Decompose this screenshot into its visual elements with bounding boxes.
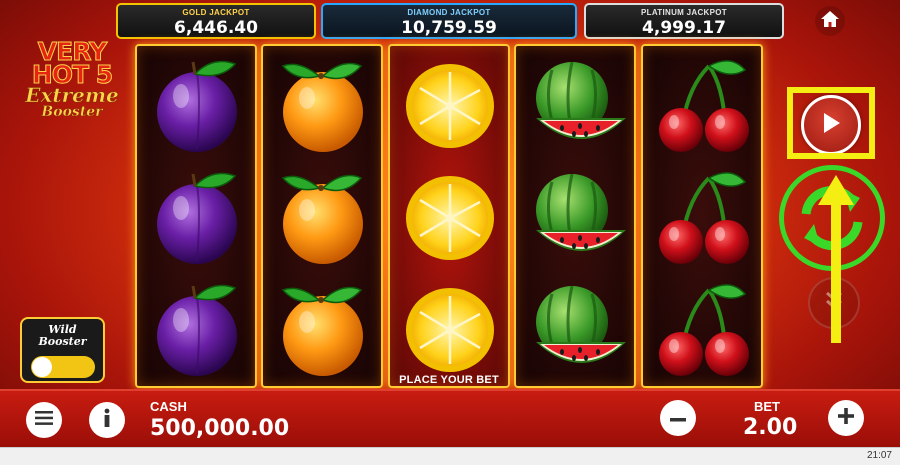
cherry-symbol (649, 56, 757, 156)
platinum-jackpot: PLATINUM JACKPOT 4,999.17 (584, 3, 784, 39)
watermelon-symbol (522, 56, 630, 156)
reel-5 (641, 44, 763, 388)
clock: 21:07 (866, 450, 892, 461)
bet-value: 2.00 (743, 415, 798, 440)
info-icon (102, 408, 112, 433)
wild-booster-title-2: Booster (38, 335, 87, 348)
cash-label: CASH (150, 399, 187, 414)
diamond-jackpot-label: DIAMOND JACKPOT (407, 8, 491, 17)
lemon-symbol (396, 168, 504, 268)
diamond-jackpot: DIAMOND JACKPOT 10,759.59 (321, 3, 577, 39)
cherry-symbol (649, 168, 757, 268)
platinum-jackpot-label: PLATINUM JACKPOT (641, 8, 727, 17)
arrow-up-icon (818, 175, 854, 343)
menu-button[interactable] (26, 402, 62, 438)
wild-booster-panel: Wild Booster (20, 317, 105, 383)
orange-symbol (269, 56, 377, 156)
logo-extreme: Extreme (25, 83, 119, 107)
gold-jackpot-label: GOLD JACKPOT (182, 8, 250, 17)
plum-symbol (143, 280, 251, 380)
reel-2 (261, 44, 383, 388)
cherry-symbol (649, 280, 757, 380)
reel-4 (514, 44, 636, 388)
game-logo: VERY HOT 5 Extreme Booster (12, 39, 132, 120)
reel-1 (135, 44, 257, 388)
status-strip: 21:07 (0, 447, 900, 465)
gold-jackpot-value: 6,446.40 (174, 18, 258, 38)
lemon-symbol (396, 280, 504, 380)
info-button[interactable] (89, 402, 125, 438)
platinum-jackpot-value: 4,999.17 (642, 18, 726, 38)
diamond-jackpot-value: 10,759.59 (401, 18, 497, 38)
gold-jackpot: GOLD JACKPOT 6,446.40 (116, 3, 316, 39)
logo-booster: Booster (41, 104, 103, 120)
cash-value: 500,000.00 (150, 416, 290, 441)
reel-3 (388, 44, 510, 388)
lemon-symbol (396, 56, 504, 156)
place-bet-message: PLACE YOUR BET (399, 374, 499, 386)
watermelon-symbol (522, 280, 630, 380)
minus-icon (670, 409, 686, 427)
spin-highlight-box (787, 87, 875, 159)
menu-icon (35, 410, 53, 430)
plum-symbol (143, 56, 251, 156)
home-icon (820, 9, 840, 34)
wild-booster-toggle[interactable] (31, 356, 95, 378)
bet-label: BET (754, 399, 780, 414)
orange-symbol (269, 280, 377, 380)
bet-increase-button[interactable] (828, 400, 864, 436)
plus-icon (838, 407, 854, 429)
orange-symbol (269, 168, 377, 268)
toggle-knob (32, 357, 52, 377)
bet-decrease-button[interactable] (660, 400, 696, 436)
watermelon-symbol (522, 168, 630, 268)
plum-symbol (143, 168, 251, 268)
bottom-bar: CASH 500,000.00 BET 2.00 (0, 389, 900, 447)
home-button[interactable] (815, 6, 845, 36)
